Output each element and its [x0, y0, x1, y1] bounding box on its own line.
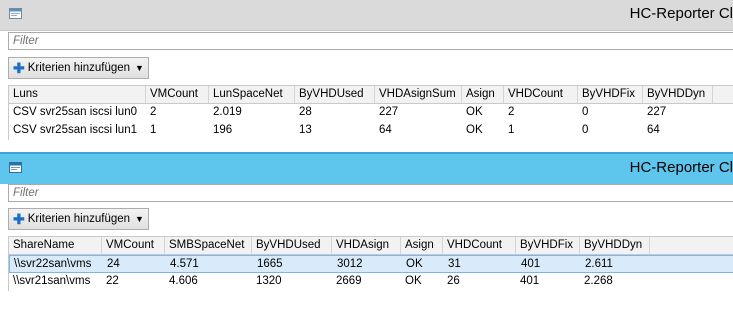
- table-cell: 64: [379, 124, 392, 136]
- table-row[interactable]: \\svr22san\vms 24 4.571 1665 3012 OK 31 401 2.61…: [9, 255, 733, 273]
- column-header[interactable]: ByVHDDyn: [580, 237, 650, 254]
- title-bar[interactable]: HC-Reporter Cl: [0, 0, 733, 31]
- table-cell: 2: [150, 106, 157, 118]
- table-header: ShareName VMCount SMBSpaceNet ByVHDUsed VHDA…: [9, 237, 733, 255]
- table-cell: 2.268: [584, 275, 613, 287]
- filter-input[interactable]: [8, 32, 733, 50]
- column-header[interactable]: ByVHDUsed: [252, 237, 332, 254]
- table-cell: \\svr22san\vms: [14, 258, 92, 270]
- column-header[interactable]: ByVHDFix: [516, 237, 580, 254]
- table-cell: 401: [520, 275, 540, 287]
- column-header[interactable]: Luns: [9, 86, 146, 103]
- add-criteria-button[interactable]: ✚ Kriterien hinzufügen ▼: [8, 57, 149, 79]
- table-cell: 2.019: [213, 106, 242, 118]
- column-header[interactable]: ByVHDDyn: [643, 86, 713, 103]
- table-cell: 0: [582, 106, 589, 118]
- app-icon: [9, 162, 22, 173]
- table-row[interactable]: \\svr21san\vms 22 4.606 1320 2669 OK 26 401 2.26…: [9, 273, 733, 291]
- table-row[interactable]: CSV svr25san iscsi lun0 2 2.019 28 227 OK 2 0 22…: [9, 104, 733, 122]
- add-criteria-button[interactable]: ✚ Kriterien hinzufügen ▼: [8, 208, 149, 230]
- table-cell: 13: [299, 124, 312, 136]
- table-cell: CSV svr25san iscsi lun1: [13, 124, 137, 136]
- plus-icon: ✚: [13, 211, 25, 227]
- table-cell: CSV svr25san iscsi lun0: [13, 106, 137, 118]
- table-cell: 4.606: [169, 275, 198, 287]
- table-cell: 1: [150, 124, 157, 136]
- table-cell: \\svr21san\vms: [13, 275, 91, 287]
- table-header: Luns VMCount LunSpaceNet ByVHDUsed VHDAsignS…: [9, 86, 733, 104]
- column-header[interactable]: VHDAsign: [332, 237, 401, 254]
- dropdown-arrow-icon: ▼: [135, 214, 144, 224]
- title-bar[interactable]: HC-Reporter Cl: [0, 152, 733, 184]
- column-header[interactable]: ByVHDFix: [578, 86, 643, 103]
- column-header[interactable]: VHDCount: [443, 237, 516, 254]
- table-cell: 64: [647, 124, 660, 136]
- column-header[interactable]: ShareName: [9, 237, 102, 254]
- reporter-window-luns: HC-Reporter Cl ✚ Kriterien hinzufügen ▼ …: [0, 0, 733, 152]
- reporter-window-shares: HC-Reporter Cl ✚ Kriterien hinzufügen ▼ …: [0, 152, 733, 332]
- table-cell: 227: [379, 106, 399, 118]
- window-title: HC-Reporter Cl: [629, 159, 733, 176]
- window-title: HC-Reporter Cl: [629, 5, 733, 22]
- table-cell: OK: [405, 275, 422, 287]
- shares-table: ShareName VMCount SMBSpaceNet ByVHDUsed VHDA…: [8, 236, 733, 291]
- column-header[interactable]: VHDCount: [504, 86, 578, 103]
- column-header[interactable]: VHDAsignSum: [375, 86, 462, 103]
- table-cell: OK: [466, 124, 483, 136]
- table-cell: 2: [508, 106, 515, 118]
- table-cell: OK: [466, 106, 483, 118]
- table-cell: 3012: [337, 258, 363, 270]
- table-cell: 227: [647, 106, 667, 118]
- plus-icon: ✚: [13, 60, 25, 76]
- app-icon: [9, 8, 22, 19]
- table-cell: 1665: [257, 258, 283, 270]
- column-header[interactable]: SMBSpaceNet: [165, 237, 252, 254]
- column-header[interactable]: ByVHDUsed: [295, 86, 375, 103]
- filter-input[interactable]: [8, 184, 733, 202]
- table-cell: 1: [508, 124, 515, 136]
- table-cell: 26: [447, 275, 460, 287]
- add-criteria-label: Kriterien hinzufügen: [27, 213, 131, 225]
- table-cell: 22: [106, 275, 119, 287]
- column-header[interactable]: LunSpaceNet: [209, 86, 295, 103]
- table-cell: 24: [107, 258, 120, 270]
- table-cell: 401: [521, 258, 541, 270]
- table-cell: 2.611: [585, 258, 613, 270]
- add-criteria-label: Kriterien hinzufügen: [27, 62, 131, 74]
- table-row[interactable]: CSV svr25san iscsi lun1 1 196 13 64 OK 1 0 64: [9, 122, 733, 140]
- table-cell: 0: [582, 124, 589, 136]
- table-cell: 31: [448, 258, 461, 270]
- table-cell: 1320: [256, 275, 282, 287]
- dropdown-arrow-icon: ▼: [135, 63, 144, 73]
- table-cell: OK: [406, 258, 423, 270]
- luns-table: Luns VMCount LunSpaceNet ByVHDUsed VHDAsignS…: [8, 85, 733, 140]
- table-cell: 2669: [336, 275, 362, 287]
- column-header[interactable]: Asign: [401, 237, 443, 254]
- column-header[interactable]: VMCount: [102, 237, 165, 254]
- table-cell: 4.571: [170, 258, 199, 270]
- column-header[interactable]: VMCount: [146, 86, 209, 103]
- table-cell: 196: [213, 124, 233, 136]
- table-cell: 28: [299, 106, 312, 118]
- column-header[interactable]: Asign: [462, 86, 504, 103]
